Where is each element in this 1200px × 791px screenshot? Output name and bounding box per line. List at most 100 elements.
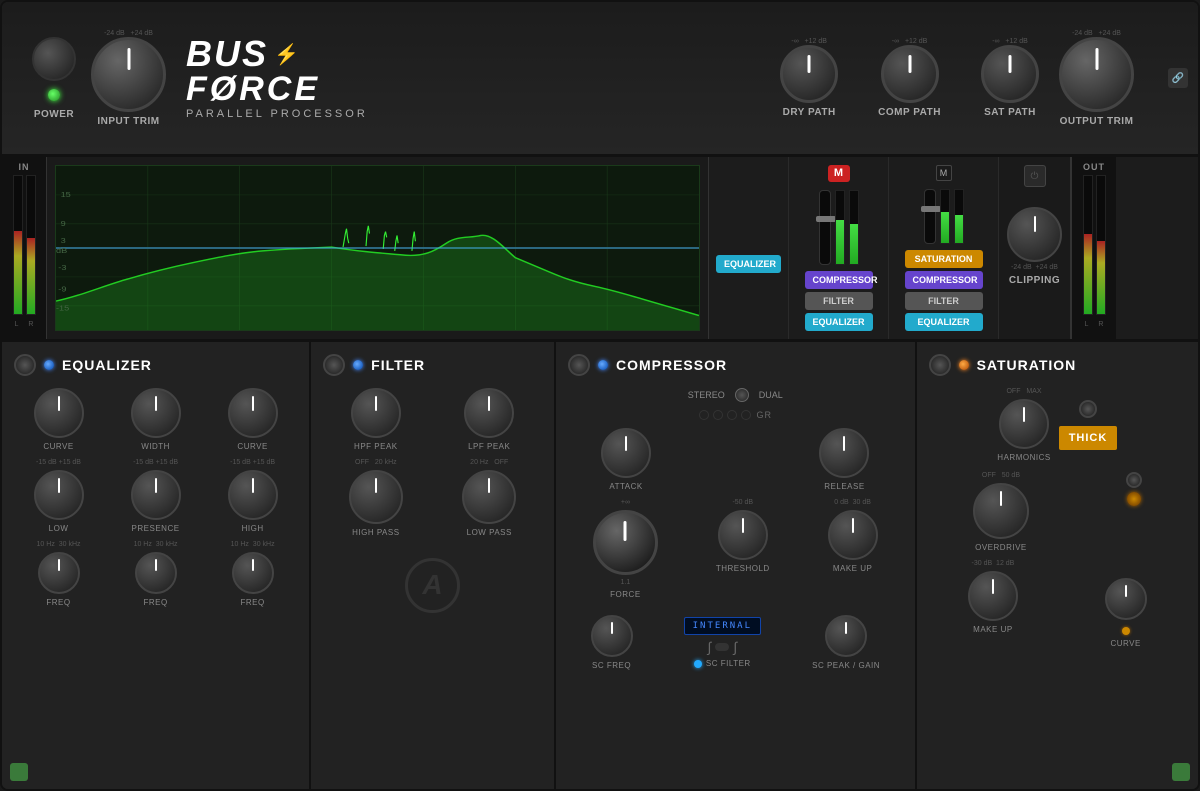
comp-release-knob[interactable] — [819, 428, 869, 478]
out-meter-bars — [1083, 175, 1106, 315]
internal-display: INTERNAL — [684, 617, 761, 635]
arturia-letter: A — [422, 569, 442, 601]
sat-meter-fill-r — [955, 215, 963, 243]
output-trim-section: -24 dB +24 dB OUTPUT TRIM — [1059, 30, 1134, 127]
comp-mute-button[interactable]: M — [828, 165, 850, 182]
input-trim-knob[interactable] — [91, 37, 166, 112]
sat-makeup-knob[interactable] — [968, 571, 1018, 621]
sat-harmonics-knob[interactable] — [999, 399, 1049, 449]
comp-stereo-switch[interactable] — [735, 388, 749, 402]
sat-harmonics-row: OFF MAX HARMONICS THICK — [929, 388, 1186, 462]
in-meter-left-fill — [14, 231, 22, 314]
sat-module-header: SATURATION — [929, 354, 1186, 376]
eq-low-knob[interactable] — [34, 470, 84, 520]
sat-indicator-col — [1126, 472, 1142, 552]
eq-curve-2-group: CURVE — [228, 388, 278, 451]
in-meter-bars — [13, 175, 36, 315]
comp-eq-button[interactable]: EQUALIZER — [805, 313, 873, 331]
link-button[interactable]: 🔗 — [1168, 68, 1188, 88]
thick-button[interactable]: THICK — [1059, 426, 1118, 450]
filter-lpf-peak-knob[interactable] — [464, 388, 514, 438]
comp-module-icon[interactable] — [568, 354, 590, 376]
comp-dual-label: DUAL — [759, 390, 783, 400]
sat-curve-knob[interactable] — [1105, 578, 1147, 620]
filter-module-led[interactable] — [353, 360, 363, 370]
eq-freq-low-group: 10 Hz 30 kHz FREQ — [37, 541, 81, 607]
comp-path-knob[interactable] — [881, 45, 939, 103]
equalizer-path-button[interactable]: EQUALIZER — [716, 255, 781, 273]
sat-fader[interactable] — [921, 206, 941, 212]
sat-filter-button[interactable]: FILTER — [905, 292, 983, 310]
comp-makeup-label: MAKE UP — [833, 564, 873, 573]
eq-width-knob[interactable] — [131, 388, 181, 438]
eq-module-led[interactable] — [44, 360, 54, 370]
sat-saturation-button[interactable]: SATURATION — [905, 250, 983, 268]
sc-filter-label-row: SC FILTER — [694, 659, 751, 668]
comp-module-led[interactable] — [598, 360, 608, 370]
eq-curve-1-knob[interactable] — [34, 388, 84, 438]
filter-module: FILTER HPF PEAK LPF PEAK OFF 20 kHz — [311, 342, 556, 791]
svg-text:9: 9 — [61, 219, 66, 228]
sat-toggle-2[interactable] — [1126, 472, 1142, 488]
saturation-module: SATURATION OFF MAX HARMONICS THICK OFF 5… — [917, 342, 1198, 791]
sat-toggle-knob[interactable] — [1079, 400, 1097, 418]
comp-makeup-knob[interactable] — [828, 510, 878, 560]
comp-attack-label: ATTACK — [609, 482, 642, 491]
clipping-label: CLIPPING — [1009, 275, 1060, 286]
comp-compressor-button[interactable]: COMPRESSOR — [805, 271, 873, 289]
comp-module-title: COMPRESSOR — [616, 357, 727, 373]
eq-row-2: -15 dB +15 dB LOW -15 dB +15 dB PRESENCE… — [14, 459, 297, 533]
sat-overdrive-knob[interactable] — [973, 483, 1029, 539]
dry-path-knob[interactable] — [780, 45, 838, 103]
clipping-knob[interactable] — [1007, 207, 1062, 262]
sc-freq-knob[interactable] — [591, 615, 633, 657]
filter-module-icon[interactable] — [323, 354, 345, 376]
spectrum-svg: 15 9 3 dB -3 -9 -15 — [56, 166, 699, 330]
filter-module-title: FILTER — [371, 357, 425, 373]
dry-path-group: -∞ +12 dB DRY PATH — [780, 38, 838, 118]
comp-attack-group: ATTACK — [601, 428, 651, 491]
corner-br — [1172, 763, 1190, 781]
comp-force-knob[interactable] — [593, 510, 658, 575]
sat-eq-button[interactable]: EQUALIZER — [905, 313, 983, 331]
comp-threshold-group: -50 dB THRESHOLD — [716, 499, 770, 599]
power-knob[interactable] — [32, 37, 76, 81]
sat-module-icon[interactable] — [929, 354, 951, 376]
filter-hpf-peak-label: HPF PEAK — [354, 442, 398, 451]
comp-fader[interactable] — [816, 216, 836, 222]
sat-compressor-button[interactable]: COMPRESSOR — [905, 271, 983, 289]
out-meter: OUT L R — [1071, 157, 1116, 339]
brand-name-2: FØRCE — [186, 72, 368, 106]
filter-low-pass-knob[interactable] — [462, 470, 516, 524]
compressor-module: COMPRESSOR STEREO DUAL GR — [556, 342, 917, 791]
eq-curve-2-knob[interactable] — [228, 388, 278, 438]
filter-hpf-peak-knob[interactable] — [351, 388, 401, 438]
eq-row-1: CURVE WIDTH CURVE — [14, 388, 297, 451]
eq-width-group: WIDTH — [131, 388, 181, 451]
input-trim-range-left: -24 dB +24 dB — [104, 30, 153, 37]
in-meter-r-label: R — [28, 321, 33, 328]
sc-diamond-icon — [715, 643, 729, 651]
filter-low-pass-label: LOW PASS — [467, 528, 512, 537]
brand-subtitle: PARALLEL PROCESSOR — [186, 108, 368, 120]
eq-row-3: 10 Hz 30 kHz FREQ 10 Hz 30 kHz FREQ 10 H… — [14, 541, 297, 607]
parallel-section: EQUALIZER M COMPRESSOR — [708, 157, 1198, 339]
clipping-power-button[interactable]: ⏻ — [1024, 165, 1046, 187]
sc-peak-gain-knob[interactable] — [825, 615, 867, 657]
comp-filter-button[interactable]: FILTER — [805, 292, 873, 310]
comp-attack-knob[interactable] — [601, 428, 651, 478]
eq-freq-mid-knob[interactable] — [135, 552, 177, 594]
filter-module-header: FILTER — [323, 354, 542, 376]
eq-high-knob[interactable] — [228, 470, 278, 520]
sat-module-led[interactable] — [959, 360, 969, 370]
comp-threshold-knob[interactable] — [718, 510, 768, 560]
in-meter-right — [26, 175, 36, 315]
eq-curve-1-label: CURVE — [43, 442, 73, 451]
eq-presence-knob[interactable] — [131, 470, 181, 520]
output-trim-knob[interactable] — [1059, 37, 1134, 112]
eq-freq-high-knob[interactable] — [232, 552, 274, 594]
filter-high-pass-knob[interactable] — [349, 470, 403, 524]
sat-path-knob[interactable] — [981, 45, 1039, 103]
eq-module-icon[interactable] — [14, 354, 36, 376]
eq-freq-low-knob[interactable] — [38, 552, 80, 594]
